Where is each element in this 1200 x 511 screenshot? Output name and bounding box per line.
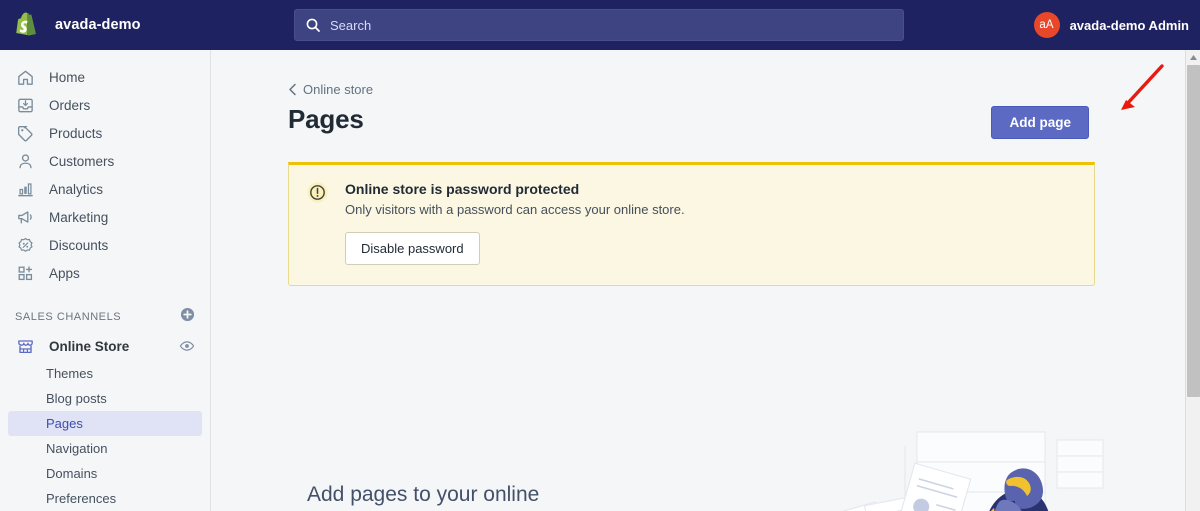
storefront-icon: [15, 336, 35, 356]
sidebar-item-apps[interactable]: Apps: [8, 259, 202, 287]
home-icon: [15, 67, 35, 87]
sidebar-item-orders[interactable]: Orders: [8, 91, 202, 119]
alert-circle-icon: [307, 182, 328, 265]
sidebar-item-themes[interactable]: Themes: [8, 361, 202, 386]
password-protected-banner: Online store is password protected Only …: [288, 162, 1095, 286]
eye-icon[interactable]: [179, 338, 195, 359]
user-menu[interactable]: aA avada-demo Admin: [1033, 0, 1189, 50]
breadcrumb[interactable]: Online store: [288, 82, 1189, 97]
sidebar-item-label: Home: [49, 69, 86, 85]
sidebar-item-label: Domains: [46, 466, 98, 481]
shopify-bag-icon: [13, 10, 43, 40]
banner-title: Online store is password protected: [345, 181, 580, 197]
sidebar-item-label: Online Store: [49, 338, 130, 354]
search-placeholder: Search: [330, 17, 372, 33]
sidebar-item-customers[interactable]: Customers: [8, 147, 202, 175]
brand-logo-area[interactable]: avada-demo: [0, 10, 211, 40]
sidebar-item-products[interactable]: Products: [8, 119, 202, 147]
sidebar-item-discounts[interactable]: Discounts: [8, 231, 202, 259]
breadcrumb-label: Online store: [303, 82, 374, 97]
sidebar-item-blog-posts[interactable]: Blog posts: [8, 386, 202, 411]
sidebar-item-label: Orders: [49, 97, 91, 113]
sidebar-item-label: Themes: [46, 366, 93, 381]
sidebar-item-label: Customers: [49, 153, 115, 169]
tag-icon: [15, 123, 35, 143]
sidebar-item-label: Preferences: [46, 491, 117, 506]
search-area[interactable]: Search: [294, 9, 904, 41]
banner-text: Only visitors with a password can access…: [345, 202, 685, 217]
sales-channels-header: SALES CHANNELS: [15, 307, 195, 327]
search-input[interactable]: Search: [294, 9, 904, 41]
user-name-label: avada-demo Admin: [1069, 17, 1189, 33]
sidebar-item-label: Navigation: [46, 441, 108, 456]
sidebar-item-label: Blog posts: [46, 391, 107, 406]
sidebar-item-pages[interactable]: Pages: [8, 411, 202, 436]
add-page-button[interactable]: Add page: [991, 106, 1089, 139]
person-reading-documents-illustration: [809, 424, 1109, 511]
sidebar-item-label: Products: [49, 125, 103, 141]
search-icon: [306, 18, 320, 32]
empty-state: Add pages to your online store Write abo…: [211, 424, 1189, 511]
sidebar-item-label: Apps: [49, 265, 80, 281]
discount-badge-icon: [15, 235, 35, 255]
scrollbar[interactable]: [1185, 50, 1200, 511]
page-header: Pages Add page: [288, 104, 1089, 139]
sidebar-item-label: Analytics: [49, 181, 104, 197]
scroll-up-arrow-icon[interactable]: [1186, 50, 1200, 65]
sidebar-item-navigation[interactable]: Navigation: [8, 436, 202, 461]
megaphone-icon: [15, 207, 35, 227]
disable-password-button[interactable]: Disable password: [345, 232, 480, 265]
sidebar-item-label: Discounts: [49, 237, 109, 253]
scrollbar-thumb[interactable]: [1187, 65, 1200, 397]
sidebar-item-label: Pages: [46, 416, 83, 431]
empty-state-title: Add pages to your online store: [307, 483, 540, 506]
sidebar-item-preferences[interactable]: Preferences: [8, 486, 202, 511]
sidebar-item-analytics[interactable]: Analytics: [8, 175, 202, 203]
sidebar-item-marketing[interactable]: Marketing: [8, 203, 202, 231]
brand-name-label: avada-demo: [55, 17, 141, 33]
page-title: Pages: [288, 104, 364, 134]
sidebar-item-domains[interactable]: Domains: [8, 461, 202, 486]
orders-inbox-icon: [15, 95, 35, 115]
sidebar-item-label: Marketing: [49, 209, 109, 225]
sidebar-item-online-store[interactable]: Online Store: [8, 331, 202, 361]
circle-plus-icon[interactable]: [180, 307, 195, 327]
main-content: Online store Pages Add page Online store…: [211, 50, 1189, 511]
red-arrow-pointer: [1110, 60, 1170, 120]
top-bar: avada-demo Search aA avada-demo Admin: [0, 0, 1200, 50]
bar-chart-icon: [15, 179, 35, 199]
apps-grid-plus-icon: [15, 263, 35, 283]
banner-body: Online store is password protected Only …: [345, 181, 685, 265]
sidebar: Home Orders Products Customers Analytics…: [0, 50, 211, 511]
sales-channels-title: SALES CHANNELS: [15, 311, 122, 323]
avatar: aA: [1033, 12, 1060, 38]
person-icon: [15, 151, 35, 171]
chevron-left-icon: [289, 83, 296, 96]
sidebar-item-home[interactable]: Home: [8, 63, 202, 91]
